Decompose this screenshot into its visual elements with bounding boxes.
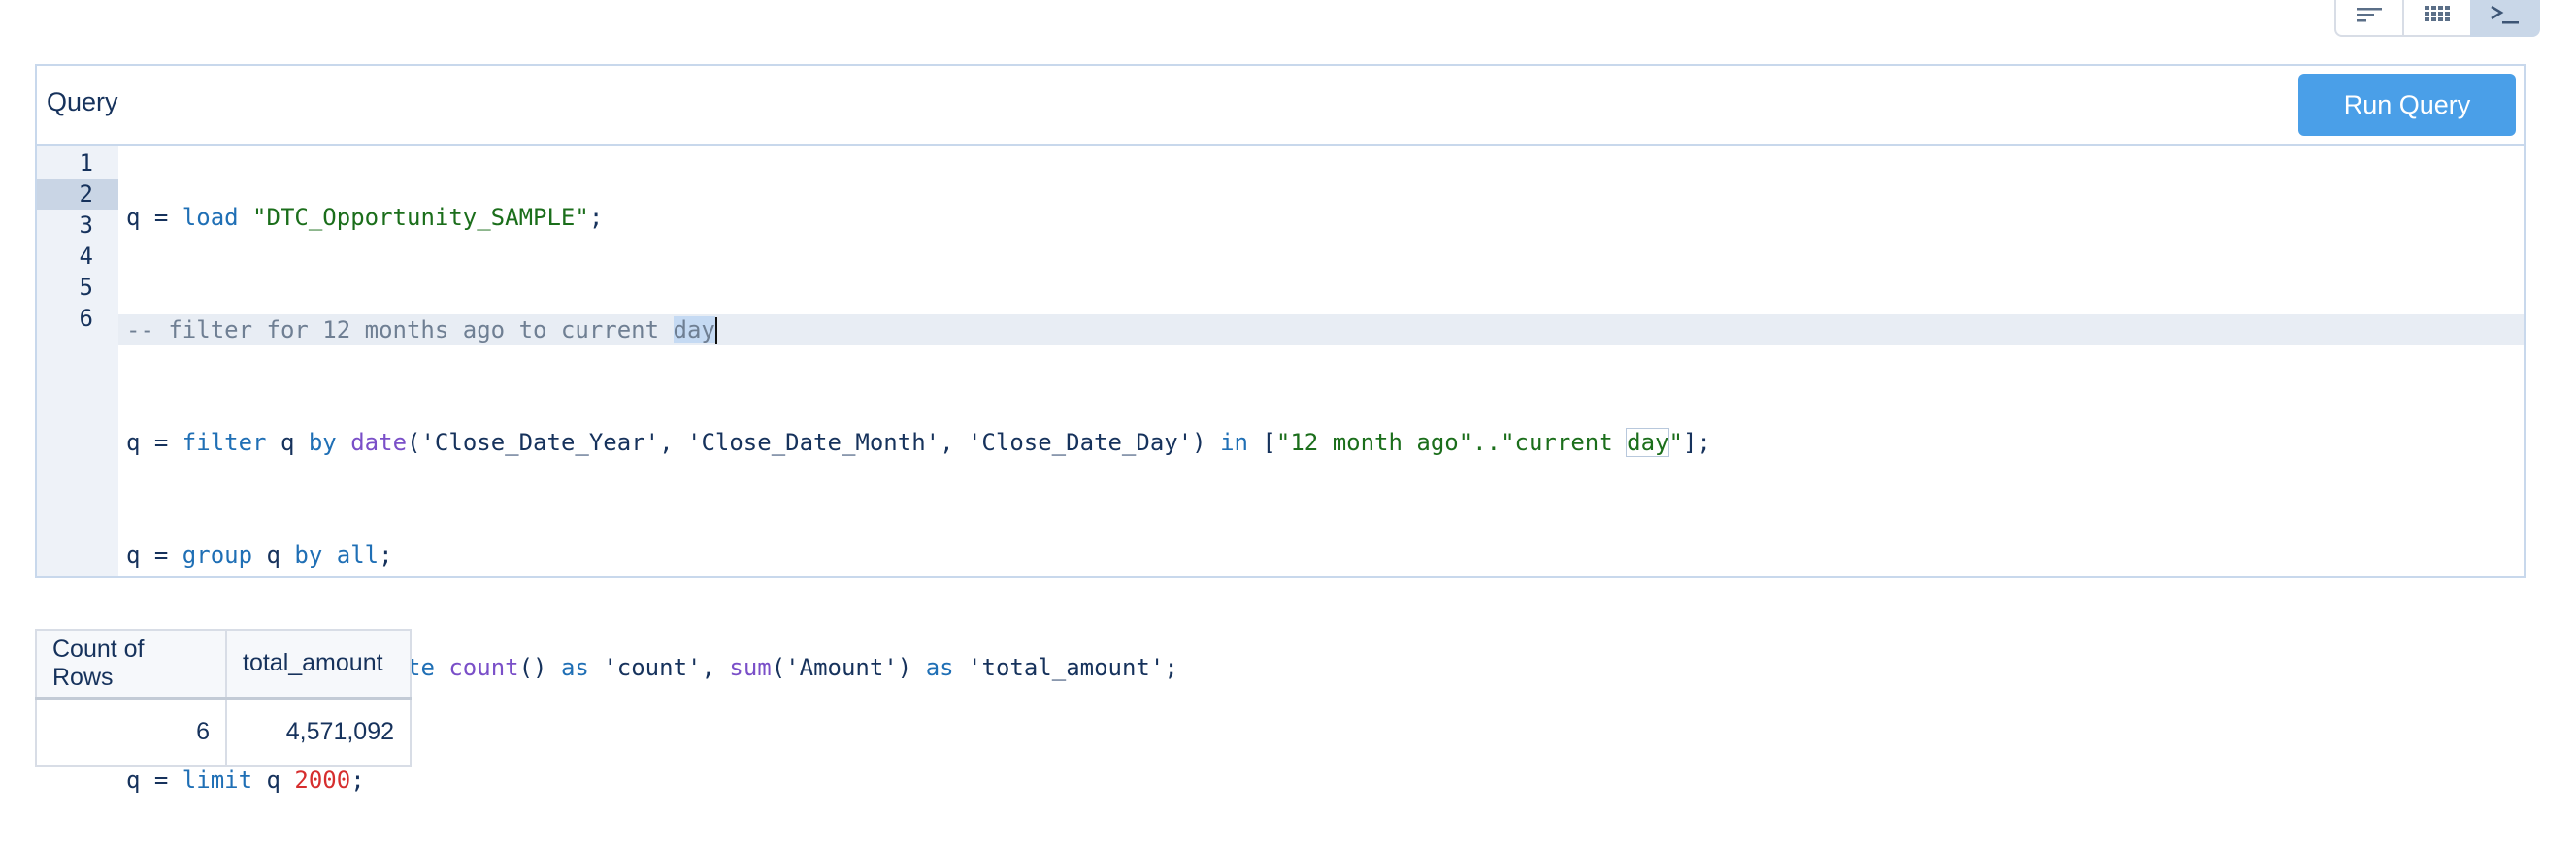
string-token: " [1668,429,1683,456]
code-line-5: q = foreach q generate count() as 'count… [118,652,2524,683]
code-token: ; [588,204,604,231]
code-token: ; [379,541,393,569]
line-number: 5 [79,274,93,301]
code-token: q [252,767,295,794]
function-token: date [350,429,408,456]
table-cell: 4,571,092 [225,697,412,767]
query-panel: Query Run Query 1 2 3 4 5 6 q = load "DT… [35,64,2526,794]
view-toggle-group [2334,0,2540,37]
function-token: count [448,654,519,681]
string-token: "DTC_Opportunity_SAMPLE" [252,204,589,231]
code-line-3: q = filter q by date('Close_Date_Year', … [118,427,2524,458]
code-token: ('Close_Date_Year', 'Close_Date_Month', … [407,429,1221,456]
table-row: 6 4,571,092 [35,697,412,767]
grid-view-button[interactable] [2402,0,2472,37]
matched-word-token: day [1626,428,1670,457]
string-token: "12 month ago".."current [1275,429,1628,456]
text-cursor [714,317,717,344]
results-header-row: Count of Rows total_amount [35,629,412,699]
code-line-4: q = group q by all; [118,539,2524,571]
code-token: q = [126,541,182,569]
code-token: ; [350,767,365,794]
table-cell: 6 [35,697,227,767]
code-token: q [266,429,309,456]
comment-token: -- filter for 12 months ago to current [126,316,674,343]
run-query-button[interactable]: Run Query [2298,74,2516,136]
code-token: q = [126,429,182,456]
keyword-token: group [182,541,253,569]
code-token: q [252,541,295,569]
code-line-6: q = limit q 2000; [118,765,2524,796]
selected-word-token: day [673,316,715,343]
code-token: ]; [1682,429,1711,456]
column-header-count[interactable]: Count of Rows [35,629,227,699]
code-token: q = [126,767,182,794]
keyword-token: in [1220,429,1248,456]
code-line-1: q = load "DTC_Opportunity_SAMPLE"; [118,202,2524,233]
line-number: 6 [79,305,93,332]
function-token: sum [729,654,772,681]
keyword-token: limit [182,767,253,794]
line-number-gutter: 1 2 3 4 5 6 [37,146,118,576]
code-editor[interactable]: 1 2 3 4 5 6 q = load "DTC_Opportunity_SA… [37,146,2524,794]
code-line-2: -- filter for 12 months ago to current d… [118,314,2524,345]
code-area[interactable]: q = load "DTC_Opportunity_SAMPLE"; -- fi… [118,146,2524,794]
query-header: Query Run Query [37,66,2524,146]
code-token: [ [1247,429,1276,456]
line-number: 3 [79,212,93,239]
keyword-token: all [336,541,380,569]
lines-icon [2357,8,2382,22]
keyword-token: as [560,654,589,681]
column-header-total-amount[interactable]: total_amount [225,629,412,699]
code-token: q = [126,204,182,231]
keyword-token: load [182,204,239,231]
number-token: 2000 [294,767,351,794]
code-token: ('Amount') [771,654,926,681]
list-view-button[interactable] [2334,0,2404,37]
keyword-token: by [308,429,337,456]
query-title: Query [47,87,118,116]
keyword-token: filter [182,429,267,456]
line-number: 4 [79,243,93,270]
line-number: 1 [79,149,93,177]
code-token: 'count', [588,654,730,681]
keyword-token: as [925,654,954,681]
grid-icon [2425,6,2450,21]
terminal-icon [2491,5,2519,24]
code-token: 'total_amount'; [953,654,1178,681]
code-token: () [518,654,561,681]
keyword-token: by [294,541,323,569]
query-view-button[interactable] [2470,0,2540,37]
line-number-active: 2 [37,179,118,210]
results-table: Count of Rows total_amount 6 4,571,092 [35,629,412,767]
